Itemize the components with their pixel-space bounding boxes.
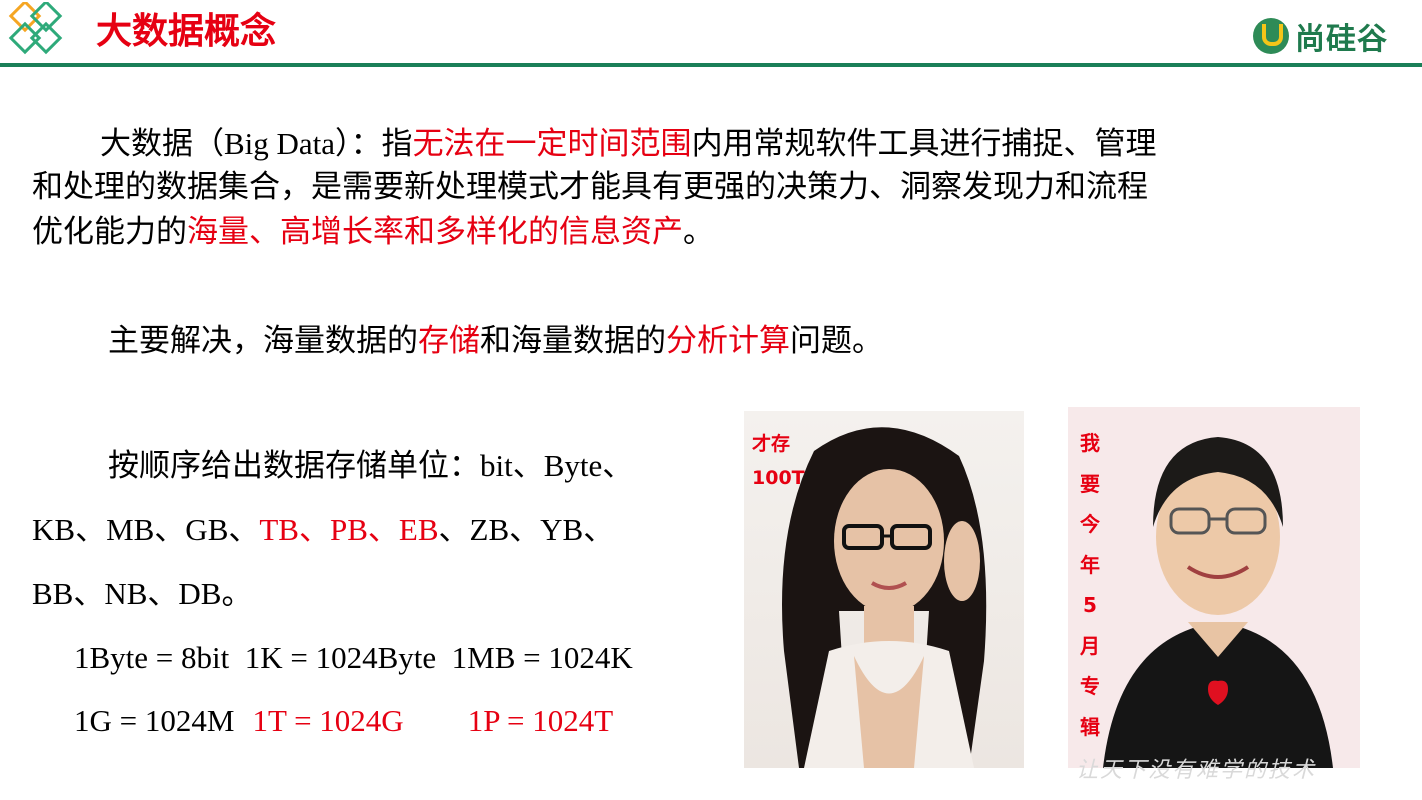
photo-woman: 才存 100T [744,411,1024,768]
brand-u-icon [1253,18,1289,54]
definition-line-2: 和处理的数据集合，是需要新处理模式才能具有更强的决策力、洞察发现力和流程 [32,169,1148,205]
right-photo-caption: 我 要 今 年 5 月 专 辑 [1078,423,1102,747]
left-caption-line-2: 100T [752,467,805,489]
definition-term-en: （Big Data） [193,126,351,161]
units-intro: 按顺序给出数据存储单位： [108,448,480,484]
definition-highlight-time: 无法在一定时间范围 [412,126,692,162]
problem-text-3: 问题。 [790,323,883,359]
units-zb-yb: 、ZB、YB、 [438,512,615,547]
photo-man: 我 要 今 年 5 月 专 辑 [1068,407,1360,768]
problem-highlight-storage: 存储 [418,323,480,359]
right-caption-char: 今 [1080,512,1100,536]
conversion-pb: 1P = 1024T [467,703,614,738]
definition-period: 。 [683,214,714,250]
right-caption-char: 5 [1083,593,1097,617]
right-caption-char: 月 [1080,633,1100,658]
watermark: 让天下没有难学的技术 [1076,758,1317,783]
definition-rest-3a: 优化能力的 [32,214,187,250]
units-tb-eb: TB、PB、EB [259,512,439,547]
conversion-tb: 1T = 1024G [252,703,404,738]
definition-highlight-assets: 海量、高增长率和多样化的信息资产 [187,214,683,250]
header-divider [0,63,1422,67]
slide-title: 大数据概念 [96,11,277,52]
definition-line-1: 大数据（Big Data）：指无法在一定时间范围内用常规软件工具进行捕捉、管理 [100,121,1157,167]
right-caption-char: 我 [1080,431,1100,455]
diamond-logo-icon [8,2,63,55]
problem-statement: 主要解决，海量数据的存储和海量数据的分析计算问题。 [108,318,883,364]
units-line-1: 按顺序给出数据存储单位：bit、Byte、 [108,443,633,489]
man-illustration [1103,437,1333,768]
brand-logo: 尚硅谷 [1253,14,1388,58]
definition-colon: ：指 [350,126,413,162]
brand-name: 尚硅谷 [1295,22,1388,57]
conversion-line-1: 1Byte = 8bit 1K = 1024Byte 1MB = 1024K [74,640,633,675]
conversion-gb: 1G = 1024M [74,703,235,738]
definition-line-3: 优化能力的海量、高增长率和多样化的信息资产。 [32,209,714,255]
left-caption-line-1: 才存 [752,433,791,455]
left-photo-caption: 才存 100T [752,427,805,495]
units-kb-gb: KB、MB、GB、 [32,512,260,547]
units-bit-byte: bit、Byte、 [480,448,634,483]
units-line-2: KB、MB、GB、TB、PB、EB、ZB、YB、 [32,507,614,553]
definition-rest-1: 内用常规软件工具进行捕捉、管理 [691,126,1157,162]
right-caption-char: 辑 [1080,714,1100,739]
problem-text-1: 主要解决，海量数据的 [108,323,418,359]
right-caption-char: 要 [1080,471,1100,496]
problem-text-2: 和海量数据的 [480,323,666,359]
problem-highlight-compute: 分析计算 [666,323,790,359]
units-line-3: BB、NB、DB。 [32,576,253,611]
definition-term: 大数据 [100,126,193,162]
conversion-line-2: 1G = 1024M 1T = 1024G 1P = 1024T [74,698,613,744]
right-caption-char: 年 [1080,552,1100,577]
right-caption-char: 专 [1080,674,1100,698]
